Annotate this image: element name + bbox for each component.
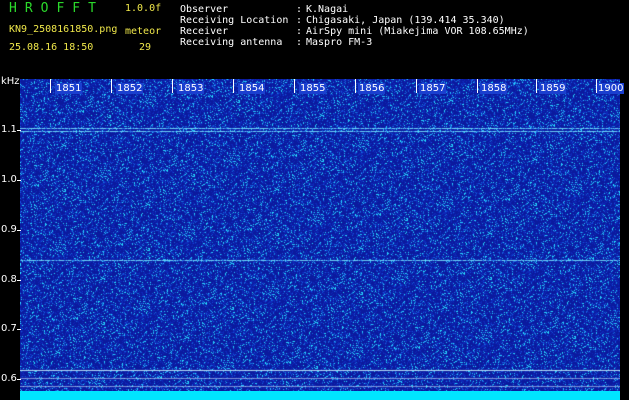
y-tick-label: 0.8 <box>1 274 17 285</box>
info-sep: : <box>296 15 303 26</box>
y-tick-label: 0.7 <box>1 323 17 334</box>
info-key-antenna: Receiving antenna <box>180 37 283 48</box>
y-tick-label: 1.0 <box>1 174 17 185</box>
datetime-label: 25.08.16 18:50 <box>9 42 94 53</box>
info-value-location: Chigasaki, Japan (139.414 35.340) <box>306 15 505 26</box>
time-tick <box>50 79 51 93</box>
time-label: 1857 <box>419 83 447 94</box>
info-sep: : <box>296 4 303 15</box>
time-label: 1855 <box>299 83 327 94</box>
info-value-receiver: AirSpy mini (Miakejima VOR 108.65MHz) <box>306 26 529 37</box>
time-label: 1851 <box>55 83 83 94</box>
time-label: 1900 <box>597 83 625 94</box>
info-value-observer: K.Nagai <box>306 4 349 15</box>
detection-bar <box>20 391 620 400</box>
info-key-observer: Observer <box>180 4 229 15</box>
y-tick <box>17 130 21 131</box>
y-tick-label: 0.9 <box>1 224 17 235</box>
time-label: 1853 <box>177 83 205 94</box>
time-tick <box>233 79 234 93</box>
y-tick-label: 0.6 <box>1 373 17 384</box>
time-label: 1856 <box>358 83 386 94</box>
info-sep: : <box>296 37 303 48</box>
time-tick <box>294 79 295 93</box>
time-tick <box>536 79 537 93</box>
info-key-location: Receiving Location <box>180 15 289 26</box>
info-sep: : <box>296 26 303 37</box>
meteor-label: meteor <box>125 26 162 37</box>
time-label: 1858 <box>480 83 508 94</box>
y-tick <box>17 329 21 330</box>
app-logo: HROFFT <box>9 1 104 16</box>
time-label: 1859 <box>539 83 567 94</box>
version-label: 1.0.0f <box>125 3 162 14</box>
meteor-count: 29 <box>139 42 152 53</box>
y-tick <box>17 180 21 181</box>
y-tick <box>17 379 21 380</box>
y-tick <box>17 230 21 231</box>
time-tick <box>416 79 417 93</box>
filename-label: KN9_2508161850.png <box>9 24 118 35</box>
time-tick <box>172 79 173 93</box>
info-key-receiver: Receiver <box>180 26 229 37</box>
spectrogram-canvas <box>20 79 620 391</box>
y-axis-unit: kHz <box>1 76 20 87</box>
time-label: 1854 <box>238 83 266 94</box>
time-tick <box>355 79 356 93</box>
time-label: 1852 <box>116 83 144 94</box>
time-tick <box>111 79 112 93</box>
header-panel: HROFFT 1.0.0f KN9_2508161850.png meteor … <box>0 0 629 76</box>
y-tick-label: 1.1 <box>1 124 17 135</box>
y-tick <box>17 280 21 281</box>
time-tick <box>477 79 478 93</box>
info-value-antenna: Maspro FM-3 <box>306 37 373 48</box>
